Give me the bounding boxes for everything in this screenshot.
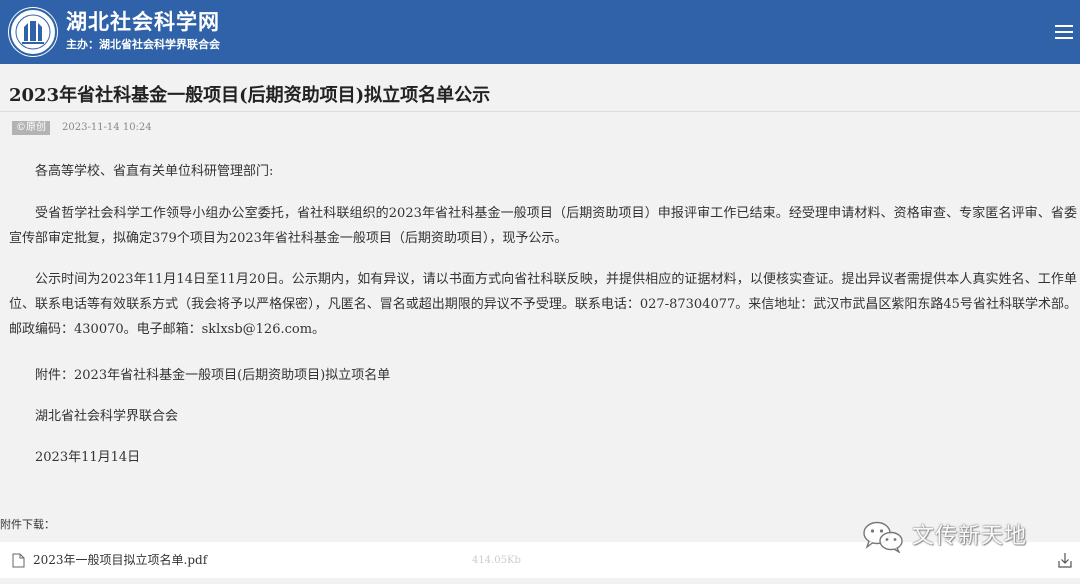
title-divider (0, 111, 1080, 112)
download-icon[interactable] (1058, 552, 1072, 568)
menu-icon-bar (1055, 31, 1073, 33)
attachment-file-name[interactable]: 2023年一般项目拟立项名单.pdf (33, 552, 207, 568)
site-header: 湖北社会科学网 主办：湖北省社会科学界联合会 (0, 0, 1080, 64)
signature-date: 2023年11月14日 (35, 450, 141, 465)
salutation: 各高等学校、省直有关单位科研管理部门: (35, 164, 274, 179)
logo-emblem-icon (9, 8, 57, 56)
publish-date: 2023-11-14 10:24 (62, 122, 152, 133)
site-subtitle: 主办：湖北省社会科学界联合会 (66, 38, 220, 51)
signature-org: 湖北省社会科学界联合会 (35, 409, 179, 424)
file-icon (12, 553, 25, 568)
menu-button[interactable] (1052, 20, 1076, 44)
menu-icon (1055, 25, 1073, 27)
body-paragraph-1: 受省哲学社会科学工作领导小组办公室委托，省社科联组织的2023年省社科基金一般项… (9, 206, 1077, 246)
attachments-label: 附件下载： (0, 518, 55, 531)
menu-icon-bar (1055, 37, 1073, 39)
site-title[interactable]: 湖北社会科学网 (66, 9, 220, 35)
attachment-note: 附件：2023年省社科基金一般项目(后期资助项目)拟立项名单 (35, 368, 391, 383)
wechat-icon (863, 521, 903, 553)
watermark-text: 文传新天地 (912, 524, 1028, 549)
site-logo[interactable] (8, 7, 58, 57)
article-title: 2023年省社科基金一般项目(后期资助项目)拟立项名单公示 (9, 85, 491, 106)
source-badge: ©原创 (12, 121, 50, 135)
body-paragraph-2: 公示时间为2023年11月14日至11月20日。公示期内，如有异议，请以书面方式… (9, 272, 1077, 337)
attachment-file-size: 414.05Kb (472, 555, 521, 566)
